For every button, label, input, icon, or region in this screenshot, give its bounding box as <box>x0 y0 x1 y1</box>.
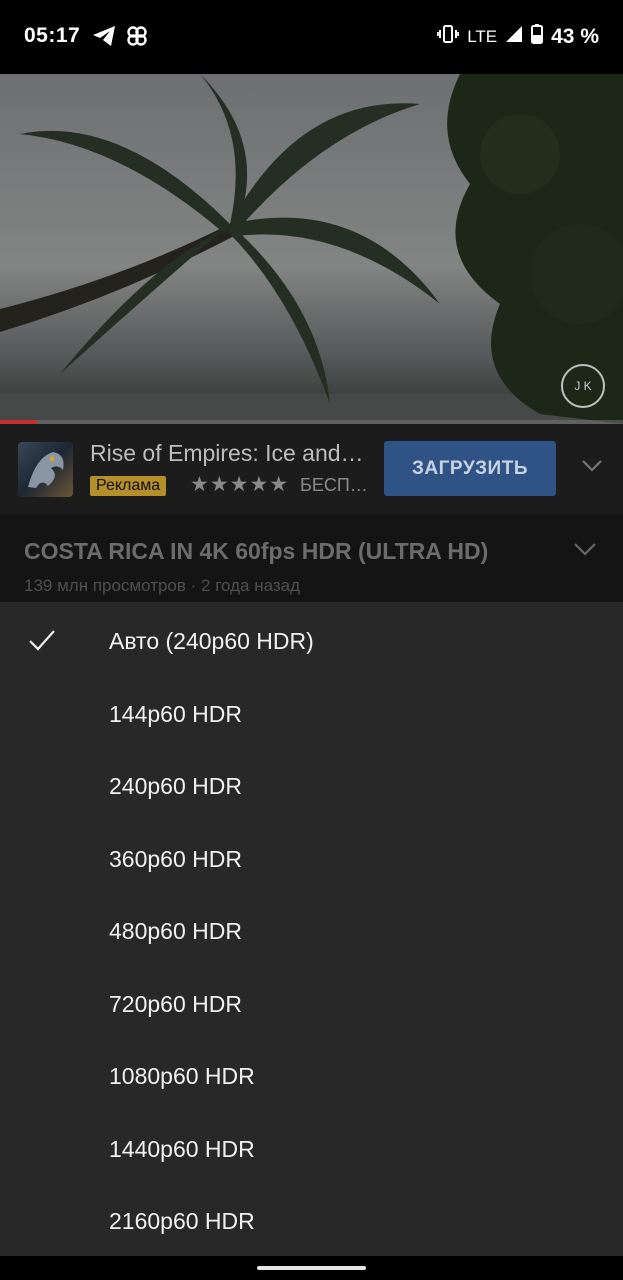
quality-option-360p[interactable]: 360p60 HDR <box>0 822 623 894</box>
quality-option-1080p[interactable]: 1080p60 HDR <box>0 1039 623 1111</box>
quality-option-label: 2160p60 HDR <box>109 1208 255 1234</box>
ad-banner[interactable]: Rise of Empires: Ice and… Реклама ★★★★★ … <box>0 424 623 515</box>
status-right-group: LTE 43 % <box>437 24 599 50</box>
quality-option-label: 480p60 HDR <box>109 918 242 944</box>
status-time: 05:17 <box>24 24 81 47</box>
quality-option-1440p[interactable]: 1440p60 HDR <box>0 1112 623 1184</box>
ad-price: БЕСП… <box>300 475 368 495</box>
chevron-down-icon[interactable] <box>581 459 603 478</box>
quality-option-label: 144p60 HDR <box>109 701 242 727</box>
ad-title: Rise of Empires: Ice and… <box>90 440 364 466</box>
quality-option-label: 720p60 HDR <box>109 991 242 1017</box>
video-title-section[interactable]: COSTA RICA IN 4K 60fps HDR (ULTRA HD) 13… <box>0 514 623 602</box>
quality-option-label: 1440p60 HDR <box>109 1136 255 1162</box>
quality-option-label: 1080p60 HDR <box>109 1063 255 1089</box>
network-type: LTE <box>467 27 498 46</box>
battery-percent: 43 % <box>551 25 599 48</box>
quality-option-144p[interactable]: 144p60 HDR <box>0 677 623 749</box>
vibrate-icon <box>437 24 460 50</box>
gesture-nav-bar <box>0 1256 623 1280</box>
video-title: COSTA RICA IN 4K 60fps HDR (ULTRA HD) <box>24 538 489 564</box>
home-gesture-handle[interactable] <box>257 1266 366 1270</box>
check-icon <box>28 628 56 657</box>
expand-chevron-icon[interactable] <box>573 542 597 562</box>
ad-app-icon <box>18 442 73 497</box>
ad-rating-stars: ★★★★★ <box>190 473 290 496</box>
video-frame <box>0 74 623 424</box>
quality-option-label: 240p60 HDR <box>109 773 242 799</box>
pinwheel-icon <box>126 25 148 52</box>
quality-option-auto[interactable]: Авто (240p60 HDR) <box>0 604 623 676</box>
ad-badge: Реклама <box>90 476 167 496</box>
signal-icon <box>505 25 523 49</box>
quality-menu: Авто (240p60 HDR) 144p60 HDR 240p60 HDR … <box>0 602 623 1256</box>
channel-watermark: J K <box>561 364 605 408</box>
battery-icon <box>531 24 544 50</box>
quality-option-240p[interactable]: 240p60 HDR <box>0 749 623 821</box>
quality-option-480p[interactable]: 480p60 HDR <box>0 894 623 966</box>
quality-option-label: 360p60 HDR <box>109 846 242 872</box>
status-bar: 05:17 LTE 43 % <box>0 0 623 74</box>
video-player[interactable]: J K <box>0 74 623 424</box>
install-button[interactable]: ЗАГРУЗИТЬ <box>384 441 556 496</box>
telegram-icon <box>92 25 116 52</box>
quality-option-2160p[interactable]: 2160p60 HDR <box>0 1184 623 1256</box>
quality-option-720p[interactable]: 720p60 HDR <box>0 967 623 1039</box>
video-meta: 139 млн просмотров · 2 года назад <box>24 576 301 595</box>
quality-option-label: Авто (240p60 HDR) <box>109 628 314 654</box>
